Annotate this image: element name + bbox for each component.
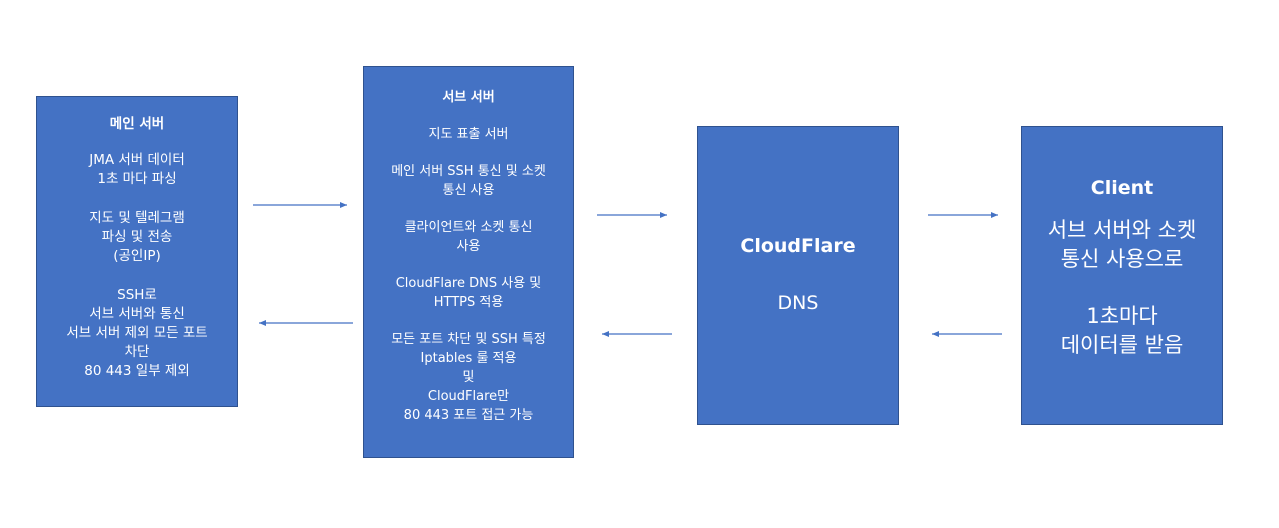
connector-arrows: [253, 202, 1002, 337]
